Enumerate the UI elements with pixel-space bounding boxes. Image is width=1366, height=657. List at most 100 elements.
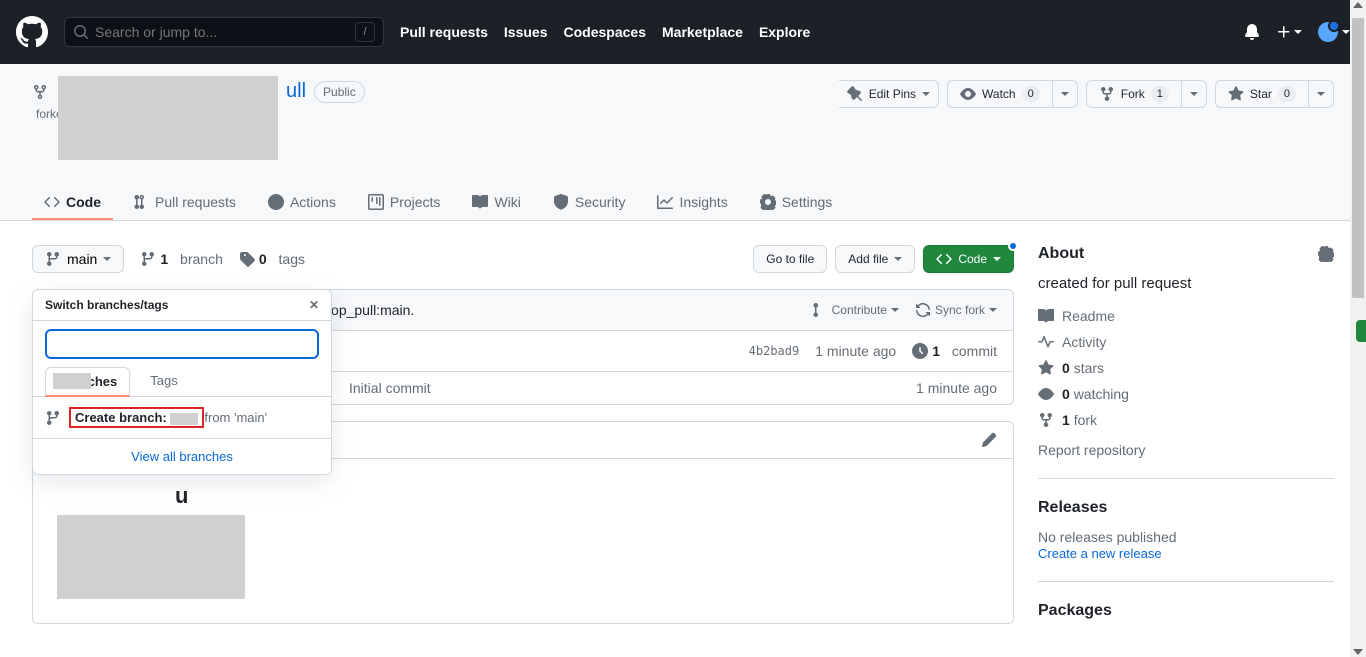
code-icon bbox=[44, 194, 60, 210]
dropdown-title: Switch branches/tags bbox=[45, 298, 168, 312]
branch-icon bbox=[45, 410, 61, 426]
tab-actions[interactable]: Actions bbox=[256, 186, 348, 220]
star-button[interactable]: Star0 bbox=[1215, 80, 1309, 108]
star-count: 0 bbox=[1278, 86, 1296, 102]
close-icon[interactable]: ✕ bbox=[309, 298, 319, 312]
watch-button[interactable]: Watch0 bbox=[947, 80, 1053, 108]
create-new-menu[interactable] bbox=[1276, 24, 1302, 40]
caret-down-icon bbox=[922, 90, 930, 98]
github-logo-icon[interactable] bbox=[16, 16, 48, 48]
shield-icon bbox=[553, 194, 569, 210]
report-repo-link[interactable]: Report repository bbox=[1038, 442, 1145, 458]
go-to-file-button[interactable]: Go to file bbox=[753, 245, 827, 273]
view-all-branches-link[interactable]: View all branches bbox=[131, 449, 233, 464]
fork-dropdown[interactable] bbox=[1182, 80, 1207, 108]
code-icon bbox=[936, 251, 952, 267]
readme-heading-fragment: u bbox=[175, 483, 989, 509]
tab-insights[interactable]: Insights bbox=[645, 186, 739, 220]
caret-down-icon bbox=[1294, 28, 1302, 36]
eye-icon bbox=[1038, 386, 1054, 402]
star-dropdown[interactable] bbox=[1309, 80, 1334, 108]
repo-description: created for pull request bbox=[1038, 275, 1334, 292]
redacted-block bbox=[57, 515, 245, 599]
caret-down-icon bbox=[1317, 90, 1325, 98]
global-header: / Pull requests Issues Codespaces Market… bbox=[0, 0, 1366, 64]
tag-icon bbox=[239, 251, 255, 267]
commit-time: 1 minute ago bbox=[815, 343, 896, 359]
upstream-text: op_pull:main. bbox=[331, 302, 414, 318]
forks-link[interactable]: 1 fork bbox=[1038, 412, 1334, 428]
tab-wiki[interactable]: Wiki bbox=[460, 186, 532, 220]
tab-security[interactable]: Security bbox=[541, 186, 638, 220]
search-input[interactable] bbox=[95, 24, 355, 40]
eye-icon bbox=[960, 86, 976, 102]
branch-icon bbox=[45, 251, 61, 267]
releases-heading: Releases bbox=[1038, 499, 1107, 517]
global-search[interactable]: / bbox=[64, 17, 384, 47]
caret-down-icon bbox=[891, 306, 899, 314]
book-icon bbox=[1038, 308, 1054, 324]
edit-pins-button[interactable]: Edit Pins bbox=[839, 80, 939, 108]
pencil-icon[interactable] bbox=[981, 432, 997, 448]
caret-down-icon bbox=[1061, 90, 1069, 98]
user-menu[interactable] bbox=[1318, 22, 1350, 42]
scroll-up-arrow[interactable] bbox=[1353, 2, 1363, 8]
redacted-block bbox=[58, 76, 278, 160]
branch-icon bbox=[140, 251, 156, 267]
tab-projects[interactable]: Projects bbox=[356, 186, 453, 220]
plus-icon bbox=[1276, 24, 1292, 40]
play-icon bbox=[268, 194, 284, 210]
project-icon bbox=[368, 194, 384, 210]
nav-explore[interactable]: Explore bbox=[759, 24, 810, 40]
branch-select-button[interactable]: main bbox=[32, 245, 124, 273]
book-icon bbox=[472, 194, 488, 210]
repo-name[interactable]: ull bbox=[286, 80, 306, 103]
fork-icon bbox=[1099, 86, 1115, 102]
current-branch-name: main bbox=[67, 251, 97, 267]
tab-code[interactable]: Code bbox=[32, 186, 113, 220]
pulse-icon bbox=[1038, 334, 1054, 350]
side-tab-indicator[interactable] bbox=[1356, 320, 1366, 342]
stars-link[interactable]: 0 stars bbox=[1038, 360, 1334, 376]
commits-link[interactable]: 1 commit bbox=[912, 343, 997, 359]
tags-link[interactable]: 0 tags bbox=[239, 251, 305, 267]
caret-down-icon bbox=[894, 255, 902, 263]
no-releases-text: No releases published bbox=[1038, 529, 1334, 545]
scroll-down-arrow[interactable] bbox=[1353, 649, 1363, 655]
tab-settings[interactable]: Settings bbox=[748, 186, 845, 220]
sync-fork-button[interactable]: Sync fork bbox=[915, 302, 997, 318]
star-icon bbox=[1228, 86, 1244, 102]
slash-key-hint: / bbox=[355, 22, 375, 42]
branch-filter-input[interactable] bbox=[45, 329, 319, 359]
add-file-button[interactable]: Add file bbox=[835, 245, 915, 273]
repo-header: ull Public forke Edit Pins Watch0 Fork1 … bbox=[0, 64, 1366, 221]
fork-button[interactable]: Fork1 bbox=[1086, 80, 1182, 108]
dropdown-tab-tags[interactable]: Tags bbox=[146, 367, 181, 397]
readme-link[interactable]: Readme bbox=[1038, 308, 1334, 324]
contribute-button[interactable]: Contribute bbox=[812, 302, 899, 318]
tab-pull-requests[interactable]: Pull requests bbox=[121, 186, 248, 220]
gear-icon[interactable] bbox=[1318, 246, 1334, 262]
fork-count: 1 bbox=[1151, 86, 1169, 102]
caret-down-icon bbox=[1190, 90, 1198, 98]
sync-icon bbox=[915, 302, 931, 318]
fork-icon bbox=[1038, 412, 1054, 428]
caret-down-icon bbox=[103, 255, 111, 263]
code-button[interactable]: Code bbox=[923, 245, 1014, 273]
activity-link[interactable]: Activity bbox=[1038, 334, 1334, 350]
caret-down-icon bbox=[993, 255, 1001, 263]
nav-codespaces[interactable]: Codespaces bbox=[564, 24, 646, 40]
notifications-icon[interactable] bbox=[1244, 24, 1260, 40]
nav-pull-requests[interactable]: Pull requests bbox=[400, 24, 488, 40]
create-release-link[interactable]: Create a new release bbox=[1038, 546, 1162, 561]
commit-sha[interactable]: 4b2bad9 bbox=[749, 344, 800, 358]
nav-issues[interactable]: Issues bbox=[504, 24, 548, 40]
commit-message[interactable]: Initial commit bbox=[349, 380, 431, 396]
watch-dropdown[interactable] bbox=[1053, 80, 1078, 108]
scrollbar-thumb[interactable] bbox=[1352, 18, 1364, 298]
watching-link[interactable]: 0 watching bbox=[1038, 386, 1334, 402]
create-branch-item[interactable]: Create branch: from 'main' bbox=[33, 397, 331, 438]
branches-link[interactable]: 1 branch bbox=[140, 251, 223, 267]
nav-marketplace[interactable]: Marketplace bbox=[662, 24, 743, 40]
caret-down-icon bbox=[1342, 28, 1350, 36]
